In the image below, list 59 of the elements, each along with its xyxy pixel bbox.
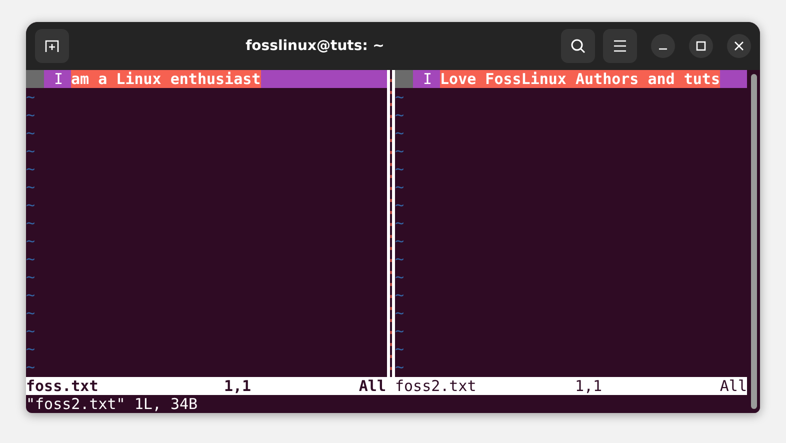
sign-column [395,70,413,88]
empty-line-marker: ~ [395,214,406,232]
empty-line-marker: ~ [26,124,36,142]
empty-line-marker: ~ [26,322,36,340]
file-name: foss.txt [26,377,100,395]
empty-line-marker: ~ [26,196,36,214]
empty-line-marker: ~ [26,106,36,124]
scrollbar-thumb[interactable] [751,74,757,409]
empty-line-marker: ~ [26,142,36,160]
empty-line-marker: ~ [26,358,36,376]
empty-line-marker: ~ [395,268,406,286]
empty-line-marker: ~ [26,160,36,178]
search-button[interactable] [561,29,595,63]
empty-line-marker: ~ [395,142,406,160]
empty-line-marker: ~ [395,88,406,106]
menu-button[interactable] [603,29,637,63]
empty-line-marker: ~ [26,250,36,268]
empty-line-marker: ~ [26,286,36,304]
maximize-button[interactable] [689,34,713,58]
sign-column [26,70,44,88]
search-icon [570,38,586,54]
empty-line-marker: ~ [395,196,406,214]
cursor-character: I [53,70,64,88]
cursor-position: 1,1 [575,377,604,395]
empty-line-marker: ~ [26,304,36,322]
empty-line-marker: ~ [395,340,406,358]
empty-line-marker: ~ [26,88,36,106]
file-name: foss2.txt [395,377,478,395]
command-line: "foss2.txt" 1L, 34B [26,395,199,413]
cursor-position: 1,1 [224,377,252,395]
empty-line-marker: ~ [395,250,406,268]
new-tab-button[interactable] [35,29,69,63]
maximize-icon [696,41,706,51]
scroll-position: All [358,377,387,395]
empty-line-marker: ~ [395,304,406,322]
new-tab-icon [44,38,60,54]
empty-line-marker: ~ [395,286,406,304]
empty-line-marker: ~ [395,160,406,178]
scroll-position: All [720,377,747,395]
empty-line-marker: ~ [395,232,406,250]
empty-line-marker: ~ [26,268,36,286]
empty-line-marker: ~ [395,178,406,196]
empty-line-marker: ~ [26,232,36,250]
minimize-button[interactable] [651,34,675,58]
window-title: fosslinux@tuts: ~ [244,38,386,54]
highlighted-text: am a Linux enthusiast [71,70,261,88]
empty-line-marker: ~ [26,178,36,196]
cursor-character: I [422,70,434,88]
close-icon [734,41,744,51]
empty-line-marker: ~ [26,214,36,232]
close-button[interactable] [727,34,751,58]
empty-line-marker: ~ [395,358,406,376]
empty-line-marker: ~ [395,322,406,340]
menu-icon [613,40,627,52]
highlighted-text: Love FossLinux Authors and tuts [440,70,720,88]
minimize-icon [659,48,667,50]
empty-line-marker: ~ [395,124,406,142]
empty-line-marker: ~ [26,340,36,358]
empty-line-marker: ~ [395,106,406,124]
